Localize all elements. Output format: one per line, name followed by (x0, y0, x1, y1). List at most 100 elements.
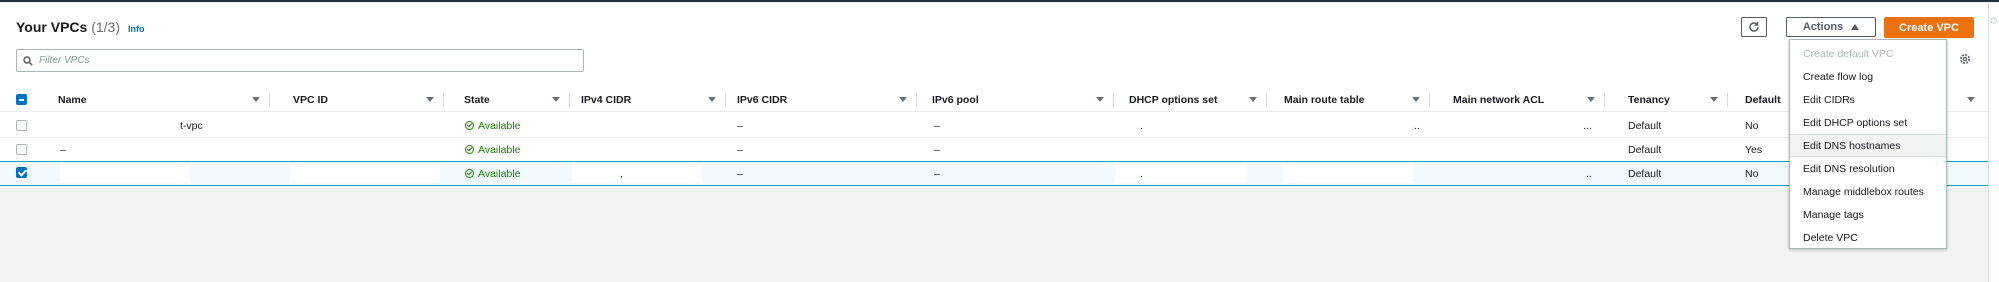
column-state[interactable]: State (454, 89, 570, 111)
column-label: Name (58, 94, 87, 106)
redacted-block (572, 164, 702, 183)
column-divider (1113, 93, 1114, 107)
sort-icon (1249, 97, 1257, 102)
cell-state: Available (465, 138, 520, 161)
cell-ipv6-cidr: – (737, 143, 743, 156)
gear-icon[interactable] (1959, 53, 1971, 65)
sort-icon (1967, 97, 1975, 102)
column-divider (1604, 93, 1605, 107)
column-name[interactable]: Name (48, 89, 270, 111)
select-all-checkbox[interactable] (16, 94, 27, 105)
redacted-block (1283, 164, 1413, 183)
cell-dhcp: . (1140, 119, 1143, 132)
check-circle-icon (465, 145, 474, 154)
cell-ipv6-cidr: – (737, 119, 743, 132)
create-vpc-button[interactable]: Create VPC (1884, 17, 1974, 38)
menu-item-manage-tags[interactable]: Manage tags (1790, 203, 1946, 226)
menu-item-edit-dhcp-options-set[interactable]: Edit DHCP options set (1790, 111, 1946, 134)
column-divider (1266, 93, 1267, 107)
caret-up-icon (1851, 24, 1860, 30)
column-label: Main network ACL (1453, 94, 1545, 106)
menu-item-manage-middlebox-routes[interactable]: Manage middlebox routes (1790, 180, 1946, 203)
column-label: Main route table (1284, 94, 1365, 106)
column-divider (725, 93, 726, 107)
table-row-selected[interactable]: Available , – – . .. Default No (0, 161, 1988, 186)
sort-icon (552, 97, 560, 102)
menu-item-delete-vpc[interactable]: Delete VPC (1790, 226, 1946, 249)
redacted-block (1115, 164, 1247, 183)
right-edge-panel: ◌ (1988, 3, 1999, 282)
column-label: DHCP options set (1129, 94, 1218, 106)
cell-state: Available (465, 114, 520, 137)
table-row[interactable]: – Available – – Default Yes (0, 138, 1988, 162)
refresh-button[interactable] (1741, 17, 1767, 37)
cell-dhcp: . (1140, 167, 1143, 180)
refresh-icon (1749, 22, 1759, 32)
row-checkbox[interactable] (16, 120, 27, 131)
column-vpc-id[interactable]: VPC ID (283, 89, 444, 111)
sort-icon (1412, 97, 1420, 102)
search-icon (23, 55, 33, 66)
sort-icon (1710, 97, 1718, 102)
column-tenancy[interactable]: Tenancy (1618, 89, 1728, 111)
column-ipv6-cidr[interactable]: IPv6 CIDR (727, 89, 917, 111)
menu-item-edit-dns-resolution[interactable]: Edit DNS resolution (1790, 157, 1946, 180)
actions-menu: Create default VPC Create flow log Edit … (1789, 39, 1947, 249)
row-checkbox[interactable] (16, 167, 27, 178)
column-label: Default (1745, 94, 1781, 106)
actions-button[interactable]: Actions (1786, 17, 1876, 37)
cell-default: No (1745, 119, 1759, 132)
column-main-route-table[interactable]: Main route table (1274, 89, 1430, 111)
redacted-block (290, 164, 440, 183)
table-row[interactable]: t-vpc Available – – . .. ... Default No (0, 114, 1988, 138)
menu-item-create-default-vpc: Create default VPC (1803, 47, 1894, 60)
column-label: IPv6 CIDR (737, 94, 788, 106)
column-ipv4-cidr[interactable]: IPv4 CIDR (571, 89, 726, 111)
cell-ipv4-cidr: , (620, 167, 623, 180)
search-placeholder: Filter VPCs (39, 55, 90, 66)
column-label: IPv4 CIDR (581, 94, 632, 106)
column-divider (916, 93, 917, 107)
column-label: IPv6 pool (932, 94, 979, 106)
cell-name: – (60, 143, 66, 156)
menu-item-create-flow-log[interactable]: Create flow log (1790, 65, 1946, 88)
cell-network-acl: ... (1583, 119, 1592, 132)
column-main-network-acl[interactable]: Main network ACL (1443, 89, 1605, 111)
check-circle-icon (465, 121, 474, 130)
search-input[interactable]: Filter VPCs (16, 49, 584, 72)
column-divider (443, 93, 444, 107)
column-divider (569, 93, 570, 107)
cell-ipv6-cidr: – (737, 167, 743, 180)
cell-tenancy: Default (1628, 167, 1662, 180)
cell-network-acl: .. (1586, 167, 1592, 180)
column-label: State (464, 94, 490, 106)
page-title: Your VPCs (1/3) (16, 19, 120, 35)
menu-item-edit-cidrs[interactable]: Edit CIDRs (1790, 88, 1946, 111)
info-link[interactable]: Info (128, 24, 145, 34)
redacted-block (60, 164, 190, 183)
edge-glyph-icon: ◌ (1990, 13, 1998, 27)
column-divider (1727, 93, 1728, 107)
sort-icon (1096, 97, 1104, 102)
vpc-list-panel: Your VPCs (1/3) Info Actions Create VPC … (0, 3, 1988, 186)
sort-icon (1587, 97, 1595, 102)
title-text: Your VPCs (16, 19, 88, 35)
column-label: VPC ID (293, 94, 329, 106)
menu-item-edit-dns-hostnames[interactable]: Edit DNS hostnames (1790, 134, 1946, 157)
column-divider (1429, 93, 1430, 107)
sort-icon (899, 97, 907, 102)
table-header: Name VPC ID State IPv4 CIDR IPv6 CIDR IP… (0, 89, 1988, 112)
cell-tenancy: Default (1628, 143, 1662, 156)
state-text: Available (478, 167, 521, 180)
row-checkbox[interactable] (16, 144, 27, 155)
check-circle-icon (465, 169, 474, 178)
column-label: Tenancy (1628, 94, 1670, 106)
selection-count: (1/3) (91, 19, 120, 35)
sort-icon (426, 97, 434, 102)
column-ipv6-pool[interactable]: IPv6 pool (922, 89, 1114, 111)
cell-default: Yes (1745, 143, 1763, 156)
column-dhcp-options-set[interactable]: DHCP options set (1119, 89, 1267, 111)
sort-icon (252, 97, 260, 102)
cell-name: t-vpc (180, 119, 203, 132)
cell-ipv6-pool: – (934, 119, 940, 132)
